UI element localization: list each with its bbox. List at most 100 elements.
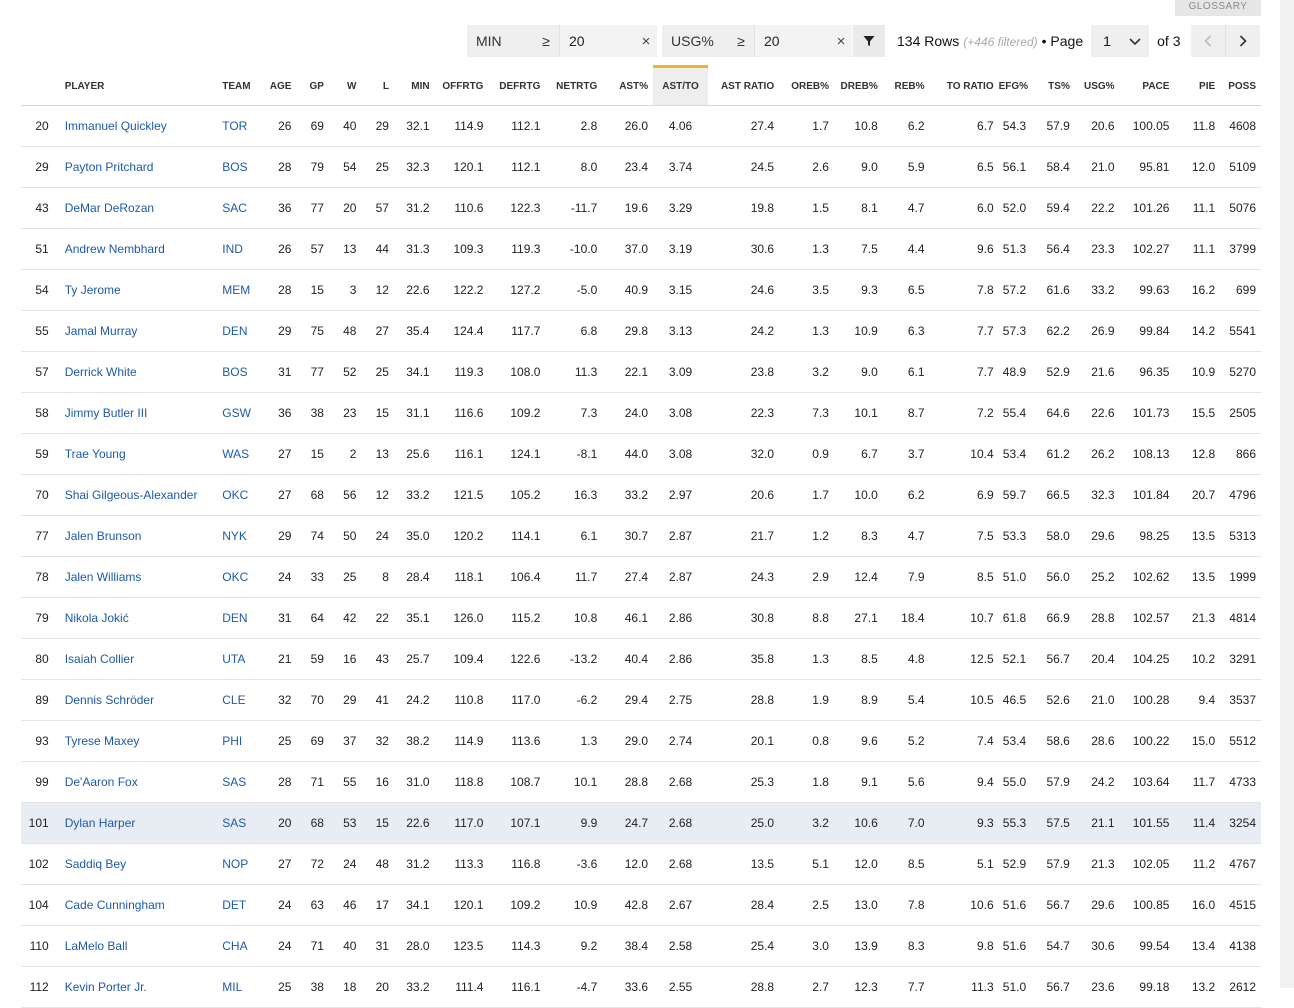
table-row[interactable]: 89 Dennis Schröder CLE 32 70 29 41 24.2 110.8 117… (21, 679, 1261, 721)
table-row[interactable]: 43 DeMar DeRozan SAC 36 77 20 57 31.2 110.6 122.3… (21, 187, 1261, 229)
page-scrollbar[interactable] (1280, 0, 1294, 988)
team-link[interactable]: SAC (222, 187, 268, 229)
column-header-min[interactable]: MIN (393, 66, 435, 106)
column-header-offrtg[interactable]: OFFRTG (434, 66, 489, 106)
column-header-team[interactable]: TEAM (222, 66, 268, 106)
close-icon[interactable]: × (830, 25, 852, 57)
team-link[interactable]: DET (222, 884, 268, 926)
player-link[interactable]: Immanuel Quickley (64, 105, 223, 147)
glossary-button[interactable]: GLOSSARY (1175, 0, 1261, 16)
player-link[interactable]: Dylan Harper (64, 802, 223, 844)
team-link[interactable]: GSW (222, 392, 268, 434)
column-header-ast[interactable]: AST% (602, 66, 654, 106)
team-link[interactable]: BOS (222, 351, 268, 393)
column-header-ts[interactable]: TS% (1031, 66, 1075, 106)
column-header-gp[interactable]: GP (296, 66, 329, 106)
column-header-age[interactable]: AGE (267, 66, 297, 106)
chevron-right-icon[interactable] (1225, 25, 1260, 57)
table-row[interactable]: 70 Shai Gilgeous-Alexander OKC 27 68 56 12 33.2… (21, 474, 1261, 516)
column-header-w[interactable]: W (328, 66, 362, 106)
column-header-player[interactable]: PLAYER (64, 66, 223, 106)
player-link[interactable]: Isaiah Collier (64, 638, 223, 680)
player-link[interactable]: Tyrese Maxey (64, 720, 223, 762)
filter-stat-select[interactable]: USG% (662, 25, 728, 57)
funnel-icon[interactable] (853, 25, 885, 57)
player-link[interactable]: Shai Gilgeous-Alexander (64, 474, 223, 516)
column-header-l[interactable]: L (361, 66, 394, 106)
column-header-ast-to[interactable]: AST/TO (653, 65, 708, 106)
table-row[interactable]: 57 Derrick White BOS 31 77 52 25 34.1 119.3 108.0… (21, 351, 1261, 393)
column-header-netrtg[interactable]: NETRTG (545, 66, 603, 106)
filter-stat-select[interactable]: MIN (467, 25, 533, 57)
player-link[interactable]: Jalen Williams (64, 556, 223, 598)
filter-operator-select[interactable]: ≥ (533, 25, 559, 57)
filter-value-input[interactable]: 20 (754, 25, 830, 57)
table-row[interactable]: 78 Jalen Williams OKC 24 33 25 8 28.4 118.1 106.4… (21, 556, 1261, 598)
team-link[interactable]: OKC (222, 474, 268, 516)
team-link[interactable]: NOP (222, 843, 268, 885)
team-link[interactable]: CLE (222, 679, 268, 721)
player-link[interactable]: Cade Cunningham (64, 884, 223, 926)
table-row[interactable]: 102 Saddiq Bey NOP 27 72 24 48 31.2 113.3 116.8 -3… (21, 843, 1261, 885)
team-link[interactable]: DEN (222, 310, 268, 352)
column-header-pace[interactable]: PACE (1119, 66, 1175, 106)
team-link[interactable]: TOR (222, 105, 268, 147)
player-link[interactable]: Saddiq Bey (64, 843, 223, 885)
table-row[interactable]: 51 Andrew Nembhard IND 26 57 13 44 31.3 109.3 119… (21, 228, 1261, 270)
column-header-oreb[interactable]: OREB% (779, 66, 834, 106)
table-row[interactable]: 29 Payton Pritchard BOS 28 79 54 25 32.3 120.1 11… (21, 146, 1261, 188)
column-header-defrtg[interactable]: DEFRTG (488, 66, 546, 106)
team-link[interactable]: MIL (222, 966, 268, 1008)
player-link[interactable]: Jalen Brunson (64, 515, 223, 557)
team-link[interactable]: NYK (222, 515, 268, 557)
team-link[interactable]: BOS (222, 146, 268, 188)
column-header-rank[interactable] (21, 66, 65, 106)
column-header-dreb[interactable]: DREB% (833, 66, 883, 106)
team-link[interactable]: OKC (222, 556, 268, 598)
player-link[interactable]: Derrick White (64, 351, 223, 393)
team-link[interactable]: WAS (222, 433, 268, 475)
player-link[interactable]: Jimmy Butler III (64, 392, 223, 434)
table-row[interactable]: 79 Nikola Jokić DEN 31 64 42 22 35.1 126.0 115.2 1… (21, 597, 1261, 639)
column-header-ast-ratio[interactable]: AST RATIO (707, 66, 780, 106)
table-row[interactable]: 104 Cade Cunningham DET 24 63 46 17 34.1 120.1 10… (21, 884, 1261, 926)
table-row[interactable]: 110 LaMelo Ball CHA 24 71 40 31 28.0 123.5 114.3 9… (21, 925, 1261, 967)
player-link[interactable]: LaMelo Ball (64, 925, 223, 967)
table-row[interactable]: 58 Jimmy Butler III GSW 36 38 23 15 31.1 116.6 10… (21, 392, 1261, 434)
column-header-reb[interactable]: REB% (882, 66, 930, 106)
table-row[interactable]: 93 Tyrese Maxey PHI 25 69 37 32 38.2 114.9 113.6 1… (21, 720, 1261, 762)
player-link[interactable]: Dennis Schröder (64, 679, 223, 721)
table-row[interactable]: 101 Dylan Harper SAS 20 68 53 15 22.6 117.0 107.1… (21, 802, 1261, 844)
player-link[interactable]: De'Aaron Fox (64, 761, 223, 803)
team-link[interactable]: MEM (222, 269, 268, 311)
player-link[interactable]: Andrew Nembhard (64, 228, 223, 270)
page-select[interactable]: 1 (1091, 25, 1150, 57)
team-link[interactable]: UTA (222, 638, 268, 680)
close-icon[interactable]: × (635, 25, 657, 57)
column-header-poss[interactable]: POSS (1220, 66, 1261, 106)
table-row[interactable]: 59 Trae Young WAS 27 15 2 13 25.6 116.1 124.1 -8.1… (21, 433, 1261, 475)
team-link[interactable]: CHA (222, 925, 268, 967)
player-link[interactable]: DeMar DeRozan (64, 187, 223, 229)
column-header-to-ratio[interactable]: TO RATIO (929, 66, 999, 106)
player-link[interactable]: Trae Young (64, 433, 223, 475)
filter-value-input[interactable]: 20 (559, 25, 635, 57)
player-link[interactable]: Jamal Murray (64, 310, 223, 352)
table-row[interactable]: 99 De'Aaron Fox SAS 28 71 55 16 31.0 118.8 108.7 1… (21, 761, 1261, 803)
table-row[interactable]: 55 Jamal Murray DEN 29 75 48 27 35.4 124.4 117.7 6… (21, 310, 1261, 352)
chevron-left-icon[interactable] (1190, 25, 1226, 57)
table-row[interactable]: 112 Kevin Porter Jr. MIL 25 38 18 20 33.2 111.4 1… (21, 966, 1261, 1008)
player-link[interactable]: Kevin Porter Jr. (64, 966, 223, 1008)
player-link[interactable]: Nikola Jokić (64, 597, 223, 639)
table-row[interactable]: 20 Immanuel Quickley TOR 26 69 40 29 32.1 114.9 1… (21, 105, 1261, 147)
team-link[interactable]: DEN (222, 597, 268, 639)
team-link[interactable]: IND (222, 228, 268, 270)
team-link[interactable]: SAS (222, 761, 268, 803)
player-link[interactable]: Ty Jerome (64, 269, 223, 311)
player-link[interactable]: Payton Pritchard (64, 146, 223, 188)
column-header-pie[interactable]: PIE (1174, 66, 1221, 106)
team-link[interactable]: PHI (222, 720, 268, 762)
table-row[interactable]: 80 Isaiah Collier UTA 21 59 16 43 25.7 109.4 122.… (21, 638, 1261, 680)
column-header-usg[interactable]: USG% (1074, 66, 1120, 106)
table-row[interactable]: 77 Jalen Brunson NYK 29 74 50 24 35.0 120.2 114.1… (21, 515, 1261, 557)
